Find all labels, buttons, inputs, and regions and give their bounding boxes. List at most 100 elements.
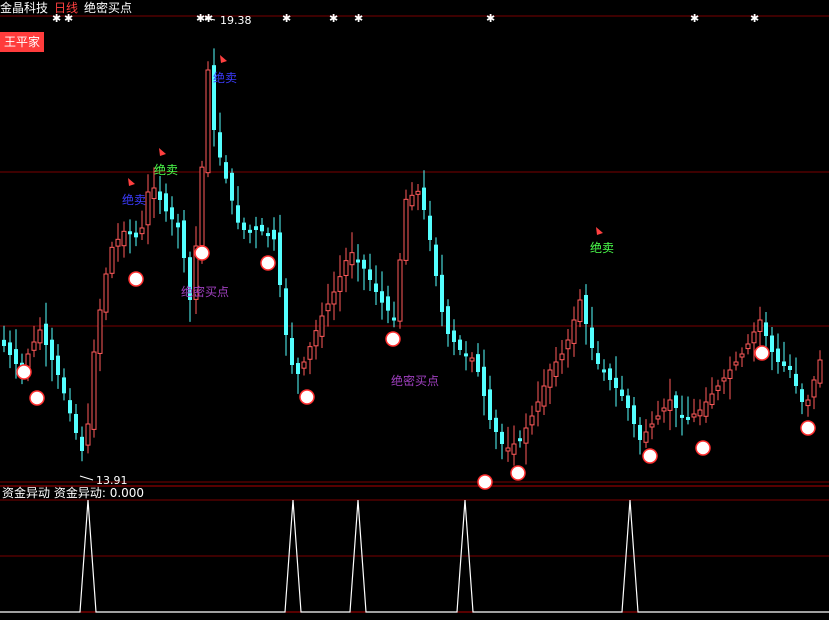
- candle-body: [139, 227, 145, 235]
- candle-body: [415, 190, 421, 195]
- buy-smiley-icon: [800, 420, 816, 436]
- sell-flag-icon: [596, 227, 603, 235]
- candle-body: [505, 447, 511, 452]
- candle-body: [511, 443, 517, 455]
- candle-body: [608, 368, 612, 380]
- candle-body: [37, 329, 43, 344]
- candle-body: [488, 389, 492, 420]
- candle-body: [97, 309, 103, 354]
- candle-body: [397, 259, 403, 322]
- candle-body: [817, 359, 823, 384]
- candle-body: [356, 259, 360, 263]
- candle-body: [176, 222, 180, 228]
- candle-body: [218, 132, 222, 158]
- candle-body: [115, 238, 121, 247]
- sell-label: 绝卖: [590, 240, 614, 255]
- candle-body: [422, 187, 426, 210]
- candle-body: [632, 405, 636, 424]
- candle-body: [602, 369, 606, 373]
- candle-body: [703, 401, 709, 417]
- candle-body: [109, 246, 115, 274]
- candle-body: [331, 291, 337, 305]
- candle-body: [776, 348, 780, 362]
- candle-body: [319, 315, 325, 337]
- signal-star-icon: ✱: [354, 12, 363, 25]
- candle-body: [158, 191, 162, 200]
- candle-body: [313, 330, 319, 347]
- buy-smiley-icon: [754, 345, 770, 361]
- candle-body: [620, 389, 624, 396]
- candle-body: [667, 399, 673, 411]
- candle-body: [392, 317, 396, 321]
- candle-body: [434, 244, 438, 276]
- candle-body: [500, 431, 504, 444]
- candle-body: [248, 229, 252, 233]
- candle-body: [691, 413, 697, 418]
- candle-body: [518, 438, 522, 442]
- buy-point-label: 绝密买点: [181, 284, 229, 299]
- sell-flag-icon: [159, 148, 166, 156]
- candle-body: [800, 389, 804, 402]
- buy-smiley-icon: [260, 255, 276, 271]
- candle-body: [680, 414, 684, 418]
- sell-label: 绝卖: [122, 192, 146, 207]
- candle-body: [428, 215, 432, 240]
- candle-body: [134, 232, 138, 238]
- candle-body: [409, 194, 415, 207]
- buy-smiley-icon: [695, 440, 711, 456]
- signal-star-icon: ✱: [52, 12, 61, 25]
- signal-star-icon: ✱: [486, 12, 495, 25]
- candle-body: [128, 231, 132, 235]
- candle-body: [296, 363, 300, 374]
- candle-body: [596, 353, 600, 364]
- sell-label: 绝卖: [213, 70, 237, 85]
- candle-body: [715, 385, 721, 391]
- candle-body: [469, 357, 475, 362]
- candle-body: [788, 365, 792, 370]
- candle-body: [649, 423, 655, 428]
- signal-star-icon: ✱: [329, 12, 338, 25]
- candle-body: [535, 401, 541, 412]
- signal-star-icon: ✱: [750, 12, 759, 25]
- candlestick-chart[interactable]: ✱ ✱ ✱✱ ✱ ✱ ✱ ✱ ✱ ✱ 19.38 13.91 绝卖 绝卖 绝卖 绝卖 绝密买点 …: [0, 0, 829, 620]
- buy-smiley-icon: [29, 390, 45, 406]
- candle-body: [458, 339, 462, 350]
- candle-body: [805, 399, 811, 407]
- buy-smiley-icon: [128, 271, 144, 287]
- candle-body: [403, 198, 409, 261]
- candle-body: [541, 385, 547, 407]
- candle-body: [733, 361, 739, 366]
- candle-body: [62, 377, 66, 394]
- candle-body: [721, 377, 727, 382]
- candle-body: [91, 351, 97, 430]
- candle-body: [709, 393, 715, 406]
- candle-body: [476, 354, 480, 372]
- signal-star-icon: ✱: [282, 12, 291, 25]
- candle-body: [655, 415, 661, 420]
- candle-body: [362, 259, 366, 269]
- buy-smiley-icon: [510, 465, 526, 481]
- sell-flag-icon: [220, 55, 227, 63]
- candle-body: [686, 416, 690, 420]
- candle-body: [68, 400, 72, 414]
- buy-smiley-icon: [642, 448, 658, 464]
- high-price-label: 19.38: [220, 14, 252, 27]
- candle-body: [638, 424, 642, 440]
- candle-body: [145, 191, 151, 226]
- buy-smiley-icon: [194, 245, 210, 261]
- candle-body: [230, 172, 234, 201]
- candle-body: [374, 283, 378, 292]
- buy-smiley-icon: [477, 474, 493, 490]
- candle-body: [343, 260, 349, 276]
- candle-body: [446, 306, 450, 334]
- candle-body: [44, 323, 48, 345]
- candle-body: [325, 303, 331, 312]
- candle-body: [559, 353, 565, 361]
- candle-body: [547, 369, 553, 388]
- candle-body: [170, 207, 174, 220]
- candle-body: [2, 339, 6, 346]
- candle-body: [337, 276, 343, 292]
- candle-body: [643, 431, 649, 443]
- candle-body: [584, 294, 588, 324]
- candle-body: [224, 162, 228, 179]
